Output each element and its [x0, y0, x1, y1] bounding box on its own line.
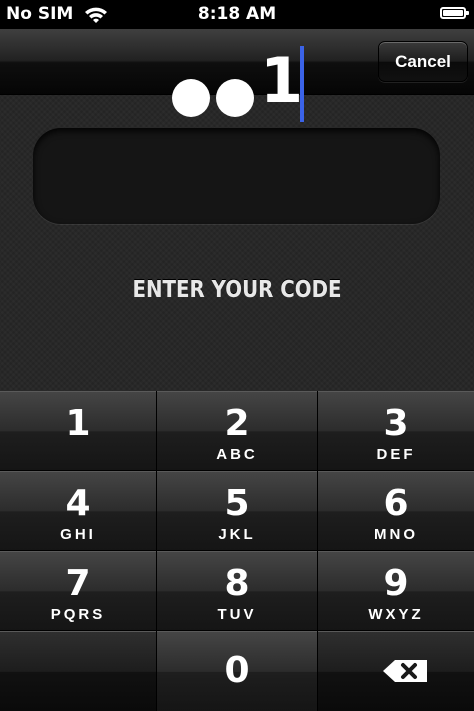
battery-icon	[440, 7, 469, 19]
key-6[interactable]: 6 MNO	[318, 471, 474, 550]
key-number: 7	[65, 563, 91, 604]
masked-digit-dot	[216, 79, 254, 117]
key-5[interactable]: 5 JKL	[157, 471, 317, 550]
key-number: 1	[65, 403, 91, 444]
clock: 8:18 AM	[197, 4, 277, 24]
key-letters: TUV	[217, 606, 257, 623]
key-8[interactable]: 8 TUV	[157, 551, 317, 630]
key-number: 6	[383, 483, 409, 524]
key-7[interactable]: 7 PQRS	[0, 551, 156, 630]
key-number: 3	[383, 403, 409, 444]
masked-digit-dot	[172, 79, 210, 117]
key-letters: WXYZ	[368, 606, 424, 623]
key-4[interactable]: 4 GHI	[0, 471, 156, 550]
key-number: 0	[224, 650, 250, 691]
enter-code-prompt: ENTER YOUR CODE	[132, 277, 342, 303]
numeric-keypad: 1 2 ABC 3 DEF 4 GHI 5 JKL 6 MNO 7 PQRS 8…	[0, 391, 474, 711]
cancel-button[interactable]: Cancel	[378, 41, 468, 82]
key-letters: ABC	[216, 446, 258, 463]
key-letters: MNO	[374, 526, 418, 543]
key-number: 5	[224, 483, 250, 524]
key-1[interactable]: 1	[0, 391, 156, 470]
entered-digit: 1	[260, 44, 304, 117]
backspace-icon	[383, 660, 427, 682]
key-number: 2	[224, 403, 250, 444]
key-0[interactable]: 0	[157, 631, 317, 711]
key-number: 4	[65, 483, 91, 524]
key-letters: PQRS	[50, 606, 106, 623]
passcode-field[interactable]	[33, 128, 440, 224]
key-letters: GHI	[60, 526, 96, 543]
key-letters: JKL	[218, 526, 256, 543]
blank-key	[0, 631, 156, 711]
delete-button[interactable]	[318, 631, 474, 711]
key-number: 9	[383, 563, 409, 604]
key-2[interactable]: 2 ABC	[157, 391, 317, 470]
key-3[interactable]: 3 DEF	[318, 391, 474, 470]
text-cursor	[300, 46, 304, 122]
status-bar: No SIM 8:18 AM	[0, 0, 474, 29]
key-letters: DEF	[376, 446, 416, 463]
key-9[interactable]: 9 WXYZ	[318, 551, 474, 630]
code-entry-area	[0, 95, 474, 391]
key-number: 8	[224, 563, 250, 604]
